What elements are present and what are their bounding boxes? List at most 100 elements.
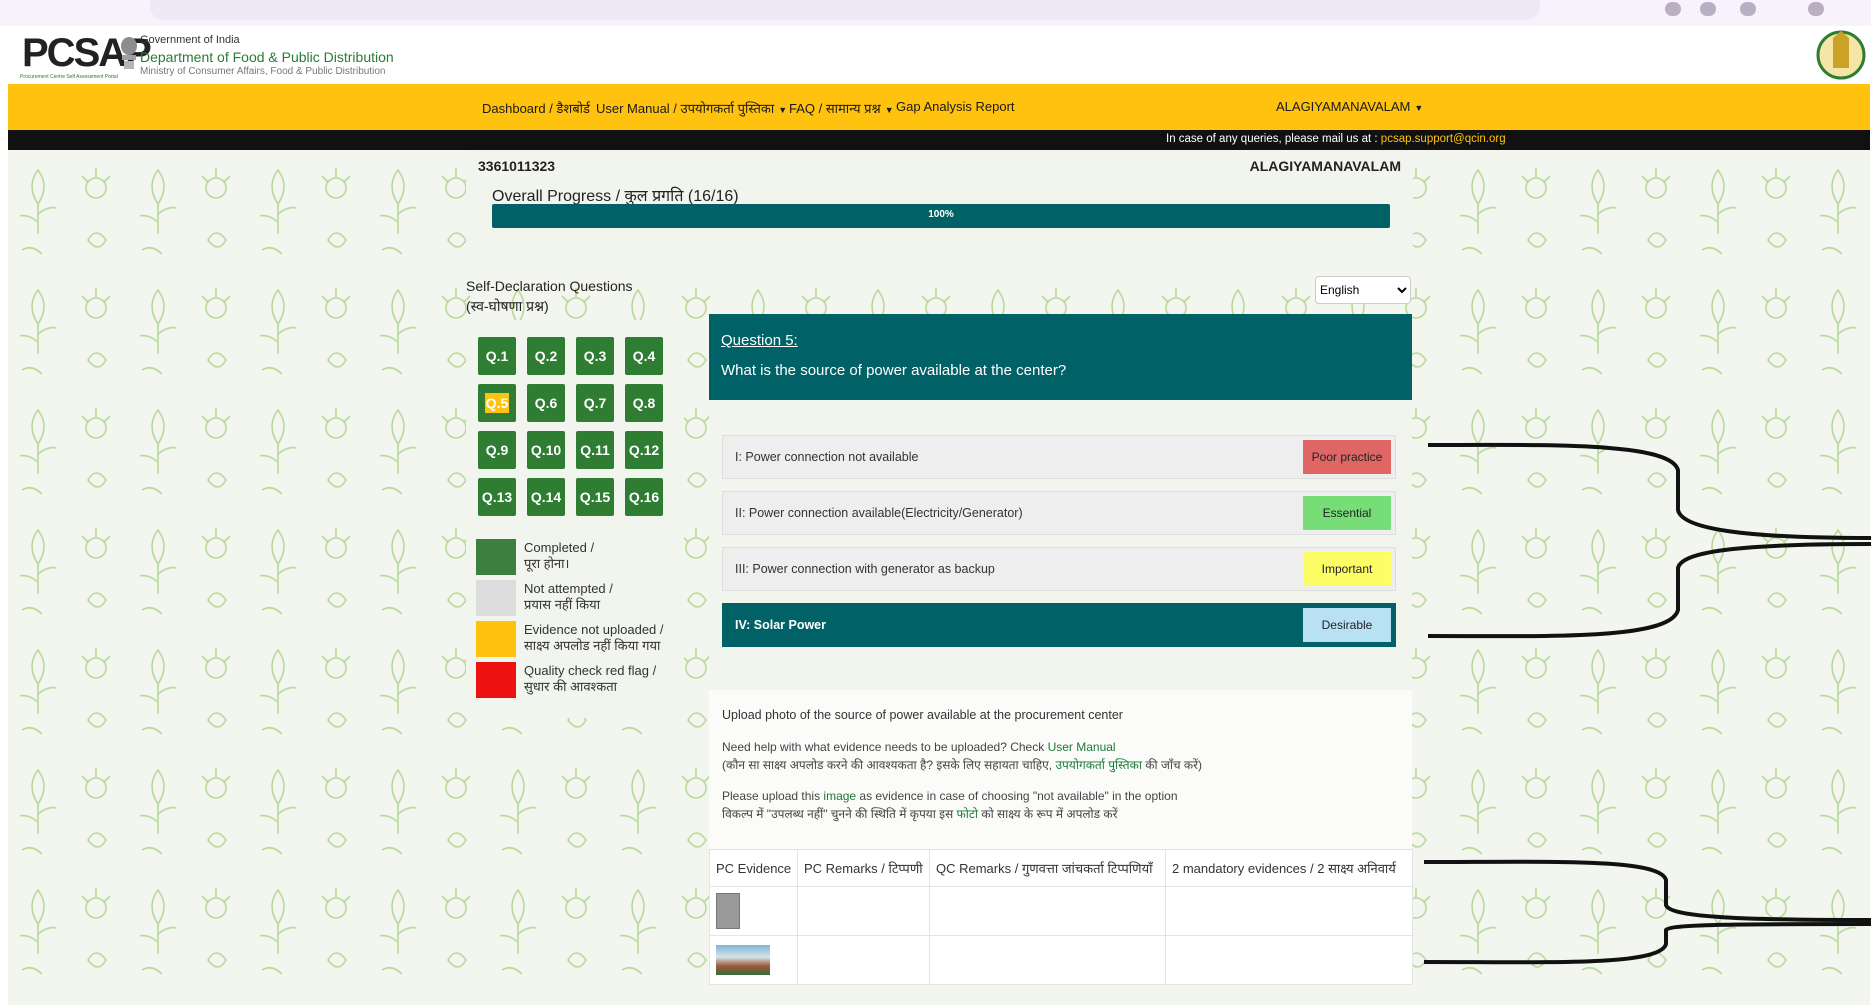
question-button-label: Q.13	[481, 489, 513, 505]
question-button-label: Q.10	[530, 442, 562, 458]
option-4[interactable]: IV: Solar Power Desirable	[722, 603, 1396, 647]
column-header: PC Remarks / टिप्पणी	[797, 849, 930, 887]
sample-photo-link[interactable]: फोटो	[957, 807, 979, 821]
question-header: Question 5: What is the source of power …	[709, 314, 1412, 400]
question-button-7[interactable]: Q.7	[576, 384, 614, 422]
option-1[interactable]: I: Power connection not available Poor p…	[722, 435, 1396, 479]
question-button-14[interactable]: Q.14	[527, 478, 565, 516]
question-button-label: Q.11	[580, 442, 610, 458]
question-button-6[interactable]: Q.6	[527, 384, 565, 422]
upload-title: Upload photo of the source of power avai…	[722, 708, 1123, 722]
user-manual-link-hi[interactable]: उपयोगकर्ता पुस्तिका	[1055, 758, 1141, 772]
question-button-15[interactable]: Q.15	[576, 478, 614, 516]
nav-dashboard[interactable]: Dashboard / डैशबोर्ड	[482, 99, 590, 117]
pc-remarks-cell	[797, 886, 930, 936]
evidence-thumbnail[interactable]	[716, 893, 740, 929]
evidence-thumbnail[interactable]	[716, 945, 770, 975]
browser-toolbar	[0, 0, 1871, 26]
user-manual-link[interactable]: User Manual	[1048, 740, 1116, 754]
menu-icon[interactable]	[1740, 2, 1756, 16]
user-menu[interactable]: ALAGIYAMANAVALAM ▼	[1276, 99, 1423, 114]
question-button-4[interactable]: Q.4	[625, 337, 663, 375]
option-tag: Desirable	[1303, 608, 1391, 642]
legend-label: Evidence not uploaded / साक्ष्य अपलोड नही…	[524, 622, 664, 654]
question-button-16[interactable]: Q.16	[625, 478, 663, 516]
option-label: III: Power connection with generator as …	[735, 562, 995, 576]
annotation-brackets	[1423, 442, 1871, 965]
logo-tagline: Procurement Centre Self Assessment Porta…	[20, 74, 118, 80]
option-3[interactable]: III: Power connection with generator as …	[722, 547, 1396, 591]
option-label: II: Power connection available(Electrici…	[735, 506, 1023, 520]
profile-icon[interactable]	[1808, 2, 1824, 16]
support-message: In case of any queries, please mail us a…	[1166, 133, 1506, 145]
extension-icon[interactable]	[1700, 2, 1716, 16]
question-button-label: Q.8	[632, 395, 656, 411]
sample-image-link[interactable]: image	[823, 789, 856, 803]
question-button-label: Q.12	[628, 442, 660, 458]
legend-label: Not attempted / प्रयास नहीं किया	[524, 581, 613, 613]
legend-swatch	[476, 539, 516, 575]
site-header: PCSAP Procurement Centre Self Assessment…	[8, 26, 1870, 84]
question-button-9[interactable]: Q.9	[478, 431, 516, 469]
nav-faq[interactable]: FAQ / सामान्य प्रश्न ▼	[789, 99, 894, 117]
center-name: ALAGIYAMANAVALAM	[1249, 158, 1401, 174]
options-list: I: Power connection not available Poor p…	[709, 400, 1412, 690]
column-header: QC Remarks / गुणवत्ता जांचकर्ता टिप्पणिय…	[929, 849, 1166, 887]
question-button-1[interactable]: Q.1	[478, 337, 516, 375]
progress-percent: 100%	[928, 209, 954, 220]
question-button-label: Q.7	[583, 395, 607, 411]
nav-user-manual[interactable]: User Manual / उपयोगकर्ता पुस्तिका ▼	[596, 99, 787, 117]
chevron-down-icon: ▼	[1414, 103, 1424, 113]
legend-label-line: सुधार की आवश्कता	[524, 679, 618, 694]
progress-label: Overall Progress / कुल प्रगति (16/16)	[492, 188, 739, 205]
center-id: 3361011323	[478, 158, 556, 174]
upload-section: Upload photo of the source of power avai…	[709, 690, 1412, 855]
question-button-label: Q.14	[530, 489, 562, 505]
question-text: What is the source of power available at…	[721, 362, 1067, 379]
ministry-name: Ministry of Consumer Affairs, Food & Pub…	[140, 66, 386, 77]
question-button-label: Q.2	[534, 348, 558, 364]
self-declaration-title: Self-Declaration Questions (स्व-घोषणा प्…	[466, 276, 633, 316]
support-email-link[interactable]: pcsap.support@qcin.org	[1381, 133, 1506, 145]
note-prefix-hi: विकल्प में "उपलब्ध नहीं" चुनने की स्थिति…	[722, 807, 957, 821]
question-button-8[interactable]: Q.8	[625, 384, 663, 422]
legend-swatch	[476, 580, 516, 616]
question-button-3[interactable]: Q.3	[576, 337, 614, 375]
department-name: Department of Food & Public Distribution	[140, 49, 394, 65]
evidence-table: PC Evidence PC Remarks / टिप्पणी QC Rema…	[709, 849, 1413, 985]
legend-label-line: Not attempted /	[524, 581, 613, 596]
question-button-10[interactable]: Q.10	[527, 431, 565, 469]
mandatory-cell	[1165, 935, 1413, 985]
question-button-2[interactable]: Q.2	[527, 337, 565, 375]
question-button-label: Q.3	[583, 348, 607, 364]
note-suffix-hi: को साक्ष्य के रूप में अपलोड करें	[978, 807, 1118, 821]
column-header: 2 mandatory evidences / 2 साक्ष्य अनिवार…	[1165, 849, 1413, 887]
help-text-hi: (कौन सा साक्ष्य अपलोड करने की आवश्यकता ह…	[722, 756, 1202, 773]
evidence-cell	[709, 886, 798, 936]
help-prefix: Need help with what evidence needs to be…	[722, 740, 1048, 754]
question-button-5[interactable]: Q.5	[478, 384, 516, 422]
question-button-13[interactable]: Q.13	[478, 478, 516, 516]
note-suffix: as evidence in case of choosing "not ava…	[856, 789, 1178, 803]
legend-label-line: साक्ष्य अपलोड नहीं किया गया	[524, 638, 661, 653]
evidence-cell	[709, 935, 798, 985]
option-2[interactable]: II: Power connection available(Electrici…	[722, 491, 1396, 535]
question-navigator: Q.1 Q.2 Q.3 Q.4 Q.5 Q.6 Q.7 Q.8 Q.9 Q.10 Q.11 Q.12 Q…	[466, 320, 684, 718]
nav-gap-analysis[interactable]: Gap Analysis Report	[896, 99, 1015, 114]
address-bar[interactable]	[150, 0, 1540, 20]
language-select[interactable]: English	[1315, 276, 1411, 304]
help-prefix-hi: (कौन सा साक्ष्य अपलोड करने की आवश्यकता ह…	[722, 758, 1056, 772]
national-emblem-icon	[121, 37, 137, 69]
legend-label: Completed / पूरा होना।	[524, 540, 594, 572]
question-button-label: Q.9	[485, 442, 509, 458]
question-button-12[interactable]: Q.12	[625, 431, 663, 469]
legend-label-line: प्रयास नहीं किया	[524, 597, 601, 612]
extension-icon[interactable]	[1665, 2, 1681, 16]
nav-user-manual-label: User Manual / उपयोगकर्ता पुस्तिका	[596, 101, 775, 116]
question-button-label: Q.5	[484, 393, 510, 413]
nav-faq-label: FAQ / सामान्य प्रश्न	[789, 101, 881, 116]
question-button-11[interactable]: Q.11	[576, 431, 614, 469]
info-bar: In case of any queries, please mail us a…	[8, 130, 1870, 150]
note-prefix: Please upload this	[722, 789, 824, 803]
table-row	[709, 935, 1413, 985]
